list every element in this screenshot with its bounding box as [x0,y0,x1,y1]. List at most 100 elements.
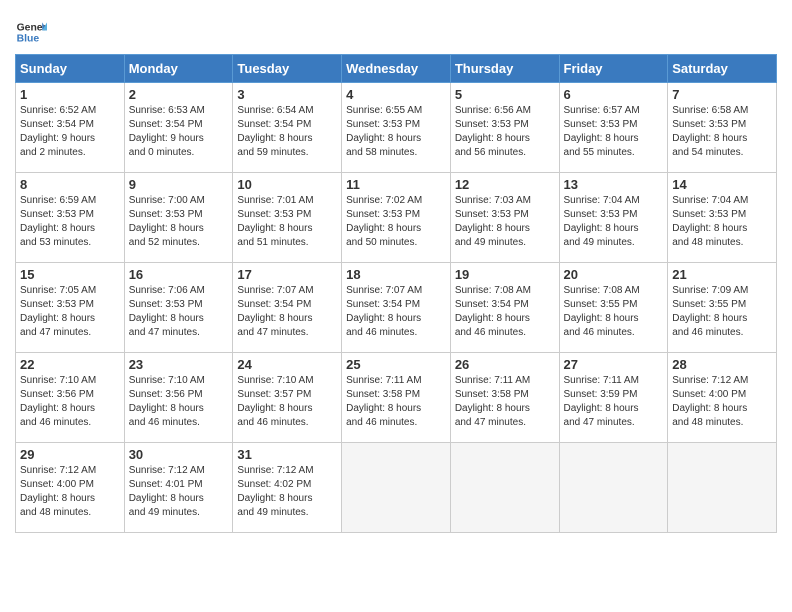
day-info: Sunrise: 7:11 AM Sunset: 3:58 PM Dayligh… [455,374,555,430]
day-of-week-header: Saturday [668,55,777,83]
day-number: 1 [20,87,120,102]
day-number: 9 [129,177,229,192]
calendar-table: SundayMondayTuesdayWednesdayThursdayFrid… [15,54,777,533]
day-number: 5 [455,87,555,102]
day-number: 22 [20,357,120,372]
calendar-day-cell: 6Sunrise: 6:57 AM Sunset: 3:53 PM Daylig… [559,83,668,173]
calendar-day-cell: 2 Sunrise: 6:53 AM Sunset: 3:54 PM Daylig… [124,83,233,173]
day-info: Sunrise: 7:09 AM Sunset: 3:55 PM Dayligh… [672,284,772,340]
day-of-week-header: Sunday [16,55,125,83]
calendar-day-cell: 20 Sunrise: 7:08 AM Sunset: 3:55 PM Dayli… [559,263,668,353]
day-number: 25 [346,357,446,372]
calendar-week-row: 1 Sunrise: 6:52 AM Sunset: 3:54 PM Daylig… [16,83,777,173]
day-number: 18 [346,267,446,282]
day-info: Sunrise: 6:55 AM Sunset: 3:53 PM Dayligh… [346,104,446,160]
calendar-day-cell: 24 Sunrise: 7:10 AM Sunset: 3:57 PM Dayli… [233,353,342,443]
day-number: 11 [346,177,446,192]
day-number: 26 [455,357,555,372]
calendar-day-cell: 10 Sunrise: 7:01 AM Sunset: 3:53 PM Dayli… [233,173,342,263]
calendar-day-cell: 22 Sunrise: 7:10 AM Sunset: 3:56 PM Dayli… [16,353,125,443]
calendar-day-cell: 27 Sunrise: 7:11 AM Sunset: 3:59 PM Dayli… [559,353,668,443]
day-info: Sunrise: 7:10 AM Sunset: 3:57 PM Dayligh… [237,374,337,430]
day-info: Sunrise: 7:12 AM Sunset: 4:00 PM Dayligh… [20,464,120,520]
day-number: 15 [20,267,120,282]
day-info: Sunrise: 7:07 AM Sunset: 3:54 PM Dayligh… [346,284,446,340]
calendar-day-cell: 23Sunrise: 7:10 AM Sunset: 3:56 PM Dayli… [124,353,233,443]
calendar-day-cell: 7 Sunrise: 6:58 AM Sunset: 3:53 PM Daylig… [668,83,777,173]
day-info: Sunrise: 7:03 AM Sunset: 3:53 PM Dayligh… [455,194,555,250]
day-info: Sunrise: 7:04 AM Sunset: 3:53 PM Dayligh… [672,194,772,250]
day-of-week-header: Friday [559,55,668,83]
calendar-day-cell: 9Sunrise: 7:00 AM Sunset: 3:53 PM Daylig… [124,173,233,263]
day-info: Sunrise: 6:56 AM Sunset: 3:53 PM Dayligh… [455,104,555,160]
calendar-day-cell: 3 Sunrise: 6:54 AM Sunset: 3:54 PM Daylig… [233,83,342,173]
day-number: 20 [564,267,664,282]
day-info: Sunrise: 6:52 AM Sunset: 3:54 PM Dayligh… [20,104,120,160]
day-number: 31 [237,447,337,462]
day-info: Sunrise: 7:11 AM Sunset: 3:58 PM Dayligh… [346,374,446,430]
calendar-day-cell: 19 Sunrise: 7:08 AM Sunset: 3:54 PM Dayli… [450,263,559,353]
day-info: Sunrise: 7:04 AM Sunset: 3:53 PM Dayligh… [564,194,664,250]
calendar-day-cell: 31 Sunrise: 7:12 AM Sunset: 4:02 PM Dayli… [233,443,342,533]
calendar-day-cell [559,443,668,533]
day-info: Sunrise: 7:08 AM Sunset: 3:54 PM Dayligh… [455,284,555,340]
day-info: Sunrise: 7:05 AM Sunset: 3:53 PM Dayligh… [20,284,120,340]
day-info: Sunrise: 6:54 AM Sunset: 3:54 PM Dayligh… [237,104,337,160]
day-info: Sunrise: 7:06 AM Sunset: 3:53 PM Dayligh… [129,284,229,340]
day-number: 27 [564,357,664,372]
day-number: 3 [237,87,337,102]
day-number: 19 [455,267,555,282]
calendar-day-cell: 28 Sunrise: 7:12 AM Sunset: 4:00 PM Dayli… [668,353,777,443]
calendar-day-cell: 12 Sunrise: 7:03 AM Sunset: 3:53 PM Dayli… [450,173,559,263]
calendar-week-row: 15 Sunrise: 7:05 AM Sunset: 3:53 PM Dayli… [16,263,777,353]
calendar-day-cell: 5 Sunrise: 6:56 AM Sunset: 3:53 PM Daylig… [450,83,559,173]
calendar-day-cell [342,443,451,533]
calendar-day-cell [450,443,559,533]
calendar-week-row: 22 Sunrise: 7:10 AM Sunset: 3:56 PM Dayli… [16,353,777,443]
calendar-week-row: 29 Sunrise: 7:12 AM Sunset: 4:00 PM Dayli… [16,443,777,533]
day-info: Sunrise: 7:02 AM Sunset: 3:53 PM Dayligh… [346,194,446,250]
calendar-day-cell: 16 Sunrise: 7:06 AM Sunset: 3:53 PM Dayli… [124,263,233,353]
calendar-day-cell: 21Sunrise: 7:09 AM Sunset: 3:55 PM Dayli… [668,263,777,353]
day-number: 10 [237,177,337,192]
day-number: 28 [672,357,772,372]
calendar-day-cell: 26 Sunrise: 7:11 AM Sunset: 3:58 PM Dayli… [450,353,559,443]
logo: General Blue [15,16,47,48]
day-info: Sunrise: 6:53 AM Sunset: 3:54 PM Dayligh… [129,104,229,160]
day-info: Sunrise: 7:11 AM Sunset: 3:59 PM Dayligh… [564,374,664,430]
calendar-day-cell: 29 Sunrise: 7:12 AM Sunset: 4:00 PM Dayli… [16,443,125,533]
day-of-week-header: Monday [124,55,233,83]
day-info: Sunrise: 6:58 AM Sunset: 3:53 PM Dayligh… [672,104,772,160]
day-number: 2 [129,87,229,102]
calendar-day-cell: 17Sunrise: 7:07 AM Sunset: 3:54 PM Dayli… [233,263,342,353]
day-number: 16 [129,267,229,282]
calendar-day-cell: 4 Sunrise: 6:55 AM Sunset: 3:53 PM Daylig… [342,83,451,173]
day-info: Sunrise: 7:01 AM Sunset: 3:53 PM Dayligh… [237,194,337,250]
day-number: 14 [672,177,772,192]
day-number: 12 [455,177,555,192]
day-info: Sunrise: 6:57 AM Sunset: 3:53 PM Dayligh… [564,104,664,160]
logo-icon: General Blue [15,16,47,48]
day-of-week-header: Tuesday [233,55,342,83]
day-info: Sunrise: 6:59 AM Sunset: 3:53 PM Dayligh… [20,194,120,250]
day-number: 24 [237,357,337,372]
day-number: 4 [346,87,446,102]
day-info: Sunrise: 7:08 AM Sunset: 3:55 PM Dayligh… [564,284,664,340]
day-number: 7 [672,87,772,102]
svg-text:Blue: Blue [17,34,40,45]
page-header: General Blue [15,10,777,48]
day-number: 13 [564,177,664,192]
calendar-day-cell: 8Sunrise: 6:59 AM Sunset: 3:53 PM Daylig… [16,173,125,263]
day-of-week-header: Thursday [450,55,559,83]
calendar-day-cell: 18 Sunrise: 7:07 AM Sunset: 3:54 PM Dayli… [342,263,451,353]
day-info: Sunrise: 7:10 AM Sunset: 3:56 PM Dayligh… [20,374,120,430]
calendar-day-cell [668,443,777,533]
calendar-day-cell: 11 Sunrise: 7:02 AM Sunset: 3:53 PM Dayli… [342,173,451,263]
day-number: 23 [129,357,229,372]
day-number: 29 [20,447,120,462]
day-of-week-header: Wednesday [342,55,451,83]
calendar-day-cell: 13 Sunrise: 7:04 AM Sunset: 3:53 PM Dayli… [559,173,668,263]
day-info: Sunrise: 7:12 AM Sunset: 4:00 PM Dayligh… [672,374,772,430]
calendar-day-cell: 1 Sunrise: 6:52 AM Sunset: 3:54 PM Daylig… [16,83,125,173]
day-info: Sunrise: 7:12 AM Sunset: 4:02 PM Dayligh… [237,464,337,520]
